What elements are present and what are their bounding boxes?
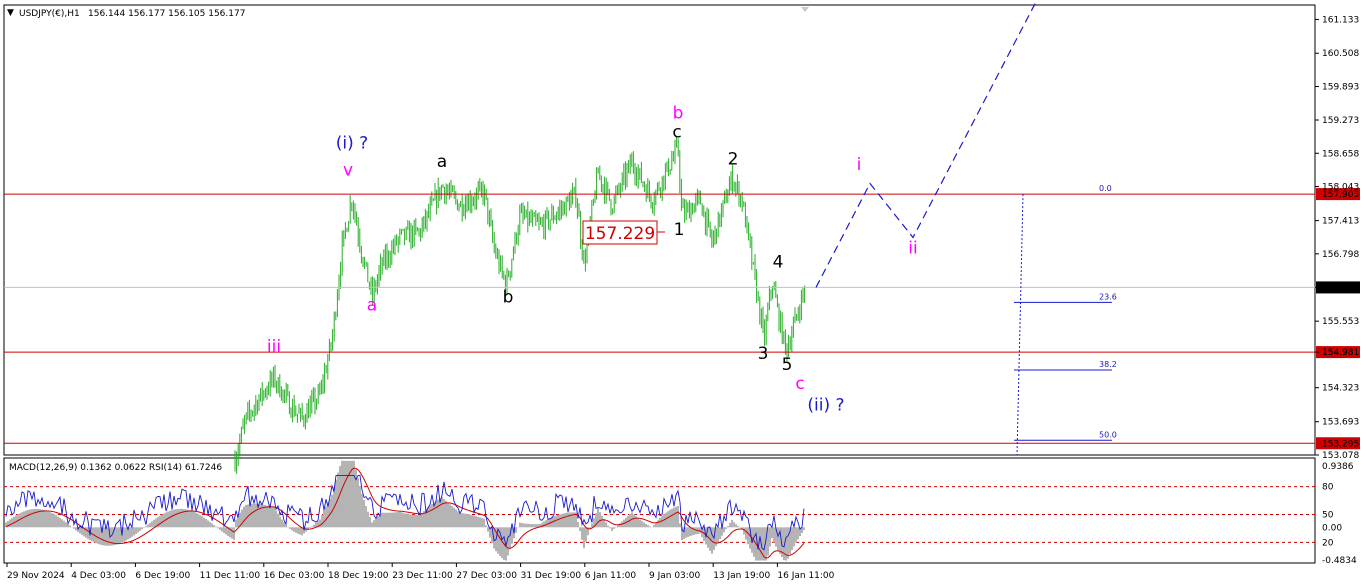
- price-axis-label: 158.658: [1322, 149, 1359, 159]
- indicator-panel-frame: [3, 457, 1316, 564]
- sr-price-label: 153.295: [1322, 439, 1359, 449]
- time-axis-label: 29 Nov 2024: [7, 571, 65, 581]
- indicator-axis-label: 0.9386: [1322, 462, 1354, 472]
- price-axis-label: 154.323: [1322, 384, 1359, 394]
- price-axis-label: 159.273: [1322, 116, 1359, 126]
- indicator-axis-label: -0.4834: [1322, 556, 1357, 566]
- time-axis-label: 23 Dec 11:00: [392, 571, 453, 581]
- time-axis-label: 13 Jan 19:00: [713, 571, 770, 581]
- wave-label: 1: [674, 220, 685, 240]
- indicator-title: MACD(12,26,9) 0.1362 0.0622 RSI(14) 61.7…: [9, 463, 222, 473]
- symbol-dropdown-icon[interactable]: ▼: [7, 8, 14, 18]
- price-axis-label: 157.413: [1322, 217, 1359, 227]
- ohlc-readout: 156.144 156.177 156.105 156.177: [88, 9, 245, 19]
- wave-label: 4: [773, 252, 784, 272]
- wave-label: 5: [782, 355, 793, 375]
- wave-label: ii: [908, 239, 917, 259]
- time-axis-label: 9 Jan 03:00: [649, 571, 701, 581]
- wave-label: 3: [758, 344, 769, 364]
- symbol-title: USDJPY(€),H1: [19, 9, 80, 19]
- wave-label: (i) ?: [336, 133, 368, 153]
- wave-label: b: [673, 104, 684, 124]
- price-axis-label: 153.078: [1322, 451, 1359, 461]
- wave-label: a: [367, 296, 377, 316]
- wave-label: (ii) ?: [807, 396, 844, 416]
- fib-level-label: 23.6: [1099, 292, 1117, 301]
- price-axis-label: 156.177: [1322, 283, 1359, 293]
- time-axis-label: 18 Dec 19:00: [328, 571, 389, 581]
- time-axis-label: 6 Dec 19:00: [135, 571, 190, 581]
- time-axis-label: 31 Dec 19:00: [521, 571, 582, 581]
- wave-label: b: [503, 287, 514, 307]
- wave-label: c: [795, 374, 804, 394]
- indicator-axis-label: 50: [1322, 511, 1334, 521]
- time-axis-label: 11 Dec 11:00: [200, 571, 261, 581]
- wave-label: iii: [267, 337, 281, 357]
- fib-level-label: 38.2: [1099, 360, 1117, 369]
- wave-label: v: [343, 160, 353, 180]
- price-axis-label: 160.508: [1322, 49, 1359, 59]
- time-axis-label: 16 Jan 11:00: [777, 571, 834, 581]
- time-axis-label: 6 Jan 11:00: [585, 571, 637, 581]
- time-axis-label: 4 Dec 03:00: [71, 571, 126, 581]
- price-axis-label: 154.981: [1322, 348, 1359, 358]
- price-axis-label: 156.798: [1322, 250, 1359, 260]
- time-axis-label: 27 Dec 03:00: [456, 571, 517, 581]
- wave-label: a: [437, 152, 447, 172]
- indicator-axis-label: 20: [1322, 538, 1334, 548]
- price-axis-label: 161.133: [1322, 15, 1359, 25]
- main-panel-frame: [3, 4, 1316, 456]
- price-axis-label: 153.693: [1322, 418, 1359, 428]
- indicator-axis-label: 0.00: [1322, 523, 1342, 533]
- wave-label: i: [857, 155, 862, 175]
- indicator-axis-label: 80: [1322, 483, 1334, 493]
- price-axis-label: 159.893: [1322, 82, 1359, 92]
- price-axis-label: 155.553: [1322, 317, 1359, 327]
- price-axis-label: 158.043: [1322, 183, 1359, 193]
- wave-label: 2: [728, 150, 739, 170]
- price-box-value: 157.229: [585, 224, 655, 244]
- wave-label: c: [672, 122, 681, 142]
- fib-level-label: 50.0: [1099, 430, 1117, 439]
- time-axis-label: 16 Dec 03:00: [264, 571, 325, 581]
- chart-area[interactable]: 157.903154.981153.295156.177 0.023.638.2…: [0, 0, 1366, 588]
- fib-level-label: 0.0: [1099, 184, 1112, 193]
